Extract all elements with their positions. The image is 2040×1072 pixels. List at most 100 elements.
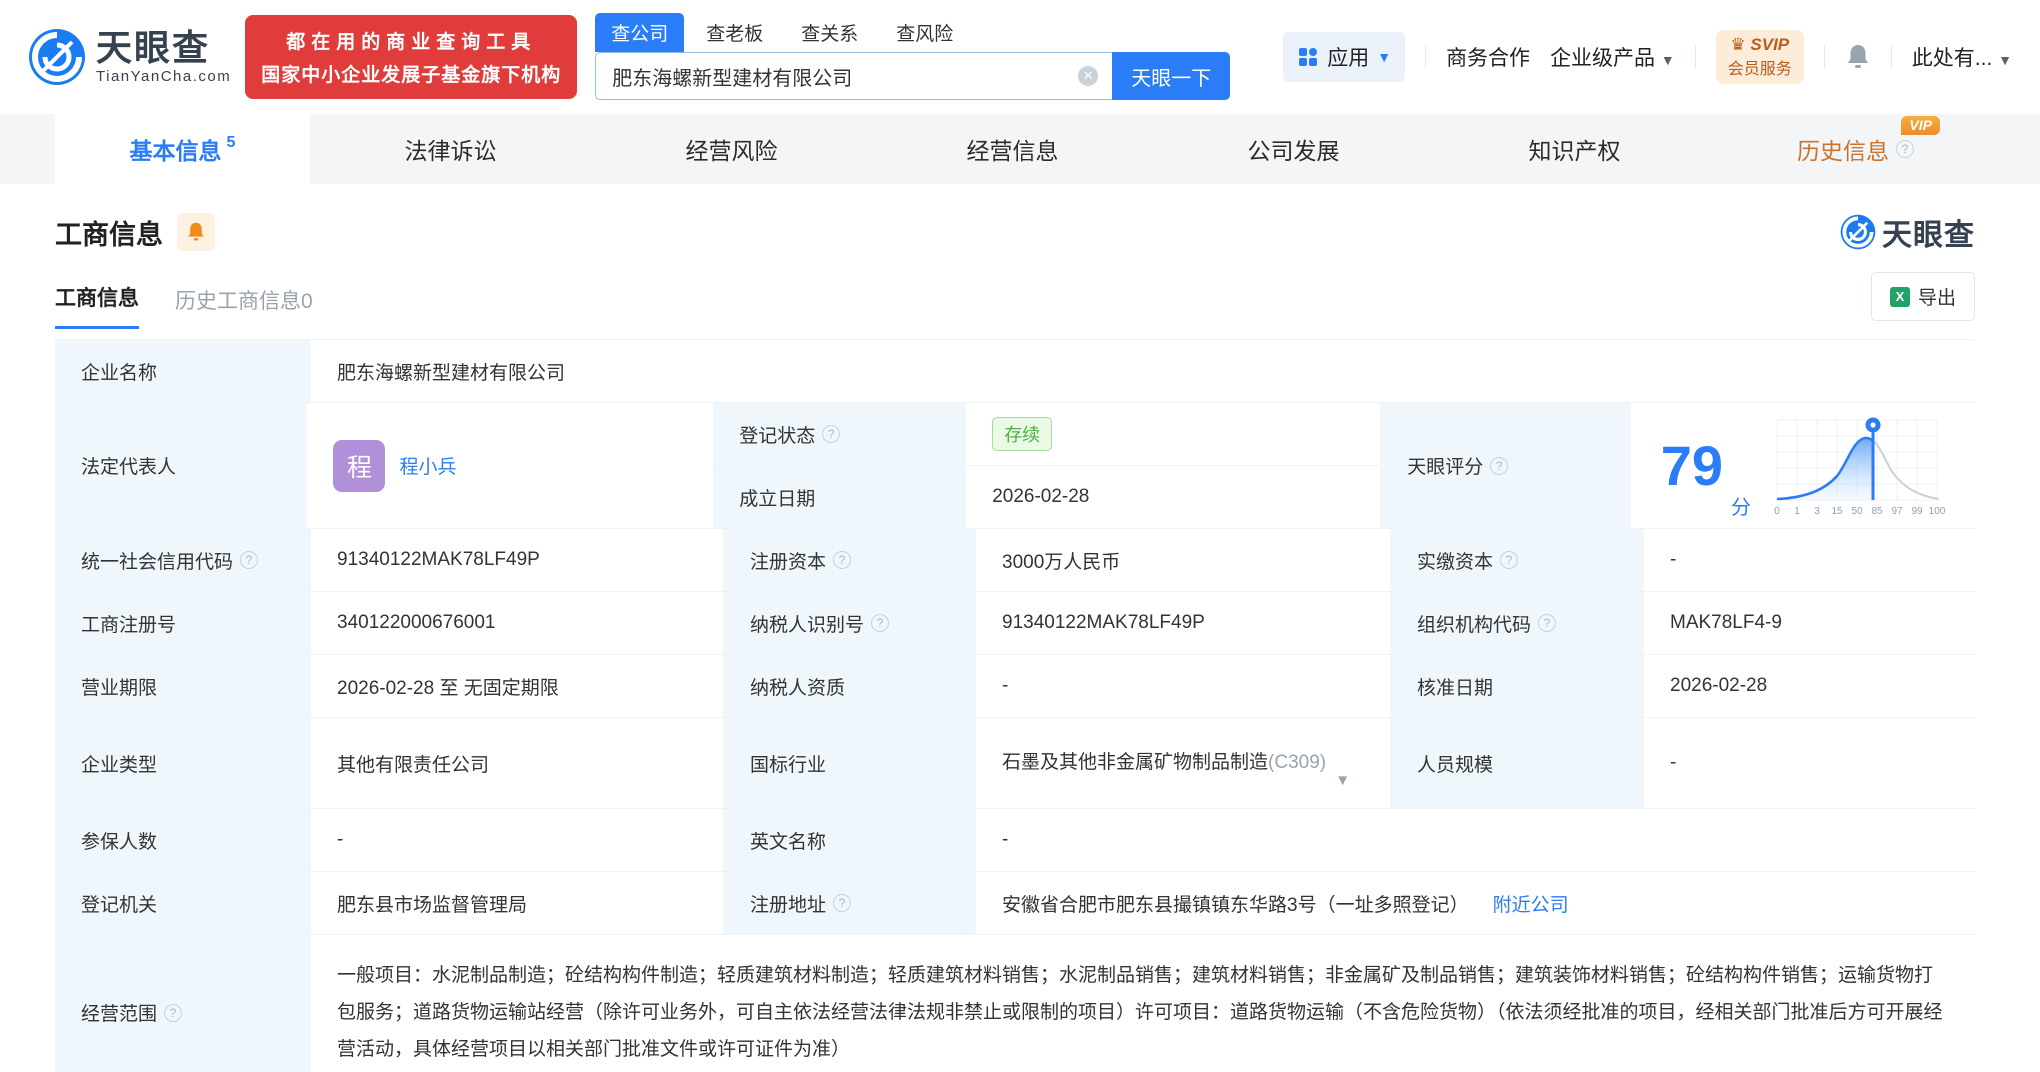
help-icon[interactable]: ? bbox=[1896, 140, 1914, 158]
notification-bell-icon[interactable] bbox=[1845, 43, 1871, 71]
company-nav-tabs: 基本信息 5 法律诉讼 经营风险 经营信息 公司发展 知识产权 VIP 历史信息 … bbox=[0, 114, 2040, 184]
subtab-history-business-info[interactable]: 历史工商信息0 bbox=[175, 285, 313, 329]
search-tab-company[interactable]: 查公司 bbox=[595, 13, 685, 52]
table-row: 工商注册号 340122000676001 纳税人识别号? 91340122MA… bbox=[55, 592, 1975, 655]
field-label: 参保人数 bbox=[55, 809, 310, 871]
taxpayer-qualification-value: - bbox=[975, 655, 1390, 717]
reg-authority-value: 肥东县市场监督管理局 bbox=[310, 872, 723, 934]
section-title: 工商信息 bbox=[55, 219, 163, 250]
tab-operation-risk[interactable]: 经营风险 bbox=[591, 114, 872, 184]
nearby-companies-link[interactable]: 附近公司 bbox=[1493, 890, 1569, 917]
svg-text:99: 99 bbox=[1911, 506, 1923, 517]
help-icon[interactable]: ? bbox=[164, 1003, 183, 1022]
field-label: 法定代表人 bbox=[55, 403, 307, 528]
table-row: 企业类型 其他有限责任公司 国标行业 石墨及其他非金属矿物制品制造(C309) … bbox=[55, 718, 1975, 809]
help-icon[interactable]: ? bbox=[822, 425, 841, 443]
industry-value: 石墨及其他非金属矿物制品制造(C309) ▼ bbox=[1002, 748, 1350, 789]
help-icon[interactable]: ? bbox=[1500, 551, 1519, 569]
english-name-value: - bbox=[975, 809, 1975, 871]
field-label: 登记机关 bbox=[55, 872, 310, 934]
search-tab-risk[interactable]: 查风险 bbox=[880, 13, 969, 52]
watermark-text: 天眼查 bbox=[1882, 219, 1975, 252]
svg-text:0: 0 bbox=[1774, 506, 1780, 517]
org-code-value: MAK78LF4-9 bbox=[1643, 592, 1975, 654]
apps-menu[interactable]: 应用 ▼ bbox=[1283, 32, 1406, 82]
field-label: 企业类型 bbox=[55, 718, 310, 808]
crown-icon: ♛ bbox=[1730, 35, 1746, 54]
divider bbox=[1890, 45, 1892, 69]
apps-grid-icon bbox=[1299, 48, 1318, 66]
chevron-down-icon: ▼ bbox=[1998, 52, 2012, 68]
score-unit: 分 bbox=[1731, 497, 1751, 519]
tianyancha-watermark: 天眼查 bbox=[1840, 210, 1975, 254]
field-label: 登记状态? bbox=[713, 403, 966, 465]
field-label: 天眼评分? bbox=[1380, 403, 1630, 528]
table-row: 企业名称 肥东海螺新型建材有限公司 bbox=[55, 340, 1975, 403]
export-button[interactable]: X 导出 bbox=[1870, 272, 1975, 321]
main-content: 工商信息 天眼查 工商信息 历史工商信息0 X 导出 企业名称 肥东海螺新型建材… bbox=[0, 210, 2040, 1072]
vip-badge: VIP bbox=[1901, 116, 1940, 135]
help-icon[interactable]: ? bbox=[833, 894, 852, 912]
est-date-value: 2026-02-28 bbox=[965, 466, 1380, 528]
score-axis-labels: 0 1 3 15 50 85 97 99 100 bbox=[1774, 506, 1946, 517]
tianyancha-swirl-icon bbox=[29, 29, 85, 85]
table-row: 登记机关 肥东县市场监督管理局 注册地址? 安徽省合肥市肥东县撮镇镇东华路3号（… bbox=[55, 872, 1975, 935]
search-tab-boss[interactable]: 查老板 bbox=[690, 13, 779, 52]
tab-history-info[interactable]: VIP 历史信息 ? bbox=[1715, 114, 1996, 184]
field-label: 经营范围? bbox=[55, 935, 310, 1072]
subscribe-bell-icon[interactable] bbox=[177, 213, 215, 251]
field-label: 国标行业 bbox=[723, 718, 975, 808]
insured-count-value: - bbox=[310, 809, 723, 871]
tab-basic-info[interactable]: 基本信息 5 bbox=[55, 114, 310, 184]
field-label: 英文名称 bbox=[723, 809, 975, 871]
svg-text:100: 100 bbox=[1929, 506, 1946, 517]
search-tab-relation[interactable]: 查关系 bbox=[785, 13, 874, 52]
table-row: 统一社会信用代码? 91340122MAK78LF49P 注册资本? 3000万… bbox=[55, 529, 1975, 592]
svg-text:1: 1 bbox=[1794, 506, 1800, 517]
help-icon[interactable]: ? bbox=[1490, 456, 1509, 475]
help-icon[interactable]: ? bbox=[240, 551, 259, 569]
brand-name: 天眼查 bbox=[96, 27, 211, 69]
help-icon[interactable]: ? bbox=[1538, 614, 1557, 632]
svip-member-service[interactable]: ♛ SVIP 会员服务 bbox=[1715, 30, 1804, 84]
tianyancha-logo[interactable]: 天眼查 TianYanCha.com bbox=[28, 28, 231, 86]
company-type-value: 其他有限责任公司 bbox=[310, 718, 723, 808]
promo-line-2: 国家中小企业发展子基金旗下机构 bbox=[261, 65, 562, 86]
field-label: 注册资本? bbox=[723, 529, 975, 591]
business-cooperation-link[interactable]: 商务合作 bbox=[1446, 42, 1530, 72]
chevron-down-icon: ▼ bbox=[1660, 52, 1675, 68]
divider bbox=[1425, 45, 1427, 69]
legal-rep-link[interactable]: 程小兵 bbox=[399, 452, 456, 479]
score-distribution-chart: 0 1 3 15 50 85 97 99 100 bbox=[1774, 417, 1946, 517]
divider bbox=[1823, 45, 1825, 69]
search-input[interactable] bbox=[596, 64, 1113, 88]
enterprise-products-menu[interactable]: 企业级产品 ▼ bbox=[1550, 42, 1675, 72]
subtab-business-info[interactable]: 工商信息 bbox=[55, 282, 139, 329]
field-label: 工商注册号 bbox=[55, 592, 310, 654]
tab-company-development[interactable]: 公司发展 bbox=[1153, 114, 1434, 184]
taxpayer-id-value: 91340122MAK78LF49P bbox=[975, 592, 1390, 654]
chevron-down-icon: ▼ bbox=[1377, 49, 1392, 65]
tab-operation-info[interactable]: 经营信息 bbox=[872, 114, 1153, 184]
excel-icon: X bbox=[1889, 286, 1910, 307]
chevron-down-icon[interactable]: ▼ bbox=[1335, 766, 1350, 796]
field-label: 营业期限 bbox=[55, 655, 310, 717]
tab-intellectual-property[interactable]: 知识产权 bbox=[1434, 114, 1715, 184]
search-button[interactable]: 天眼一下 bbox=[1112, 52, 1231, 100]
field-label: 注册地址? bbox=[723, 872, 975, 934]
credit-code-value: 91340122MAK78LF49P bbox=[310, 529, 723, 591]
reg-number-value: 340122000676001 bbox=[310, 592, 723, 654]
promo-line-1: 都在用的商业查询工具 bbox=[286, 32, 537, 53]
reg-capital-value: 3000万人民币 bbox=[975, 529, 1390, 591]
approval-date-value: 2026-02-28 bbox=[1643, 655, 1975, 717]
table-row: 法定代表人 程 程小兵 登记状态? 存续 成立日期 2026-02-28 天眼评… bbox=[55, 403, 1975, 529]
tianyancha-swirl-icon bbox=[1840, 214, 1876, 250]
tab-legal-litigation[interactable]: 法律诉讼 bbox=[310, 114, 591, 184]
help-icon[interactable]: ? bbox=[833, 551, 852, 569]
account-menu[interactable]: 此处有... ▼ bbox=[1912, 42, 2012, 72]
help-icon[interactable]: ? bbox=[871, 614, 890, 632]
status-badge: 存续 bbox=[992, 417, 1053, 451]
svg-text:3: 3 bbox=[1814, 506, 1820, 517]
field-label: 组织机构代码? bbox=[1390, 592, 1643, 654]
field-label: 企业名称 bbox=[55, 340, 310, 402]
